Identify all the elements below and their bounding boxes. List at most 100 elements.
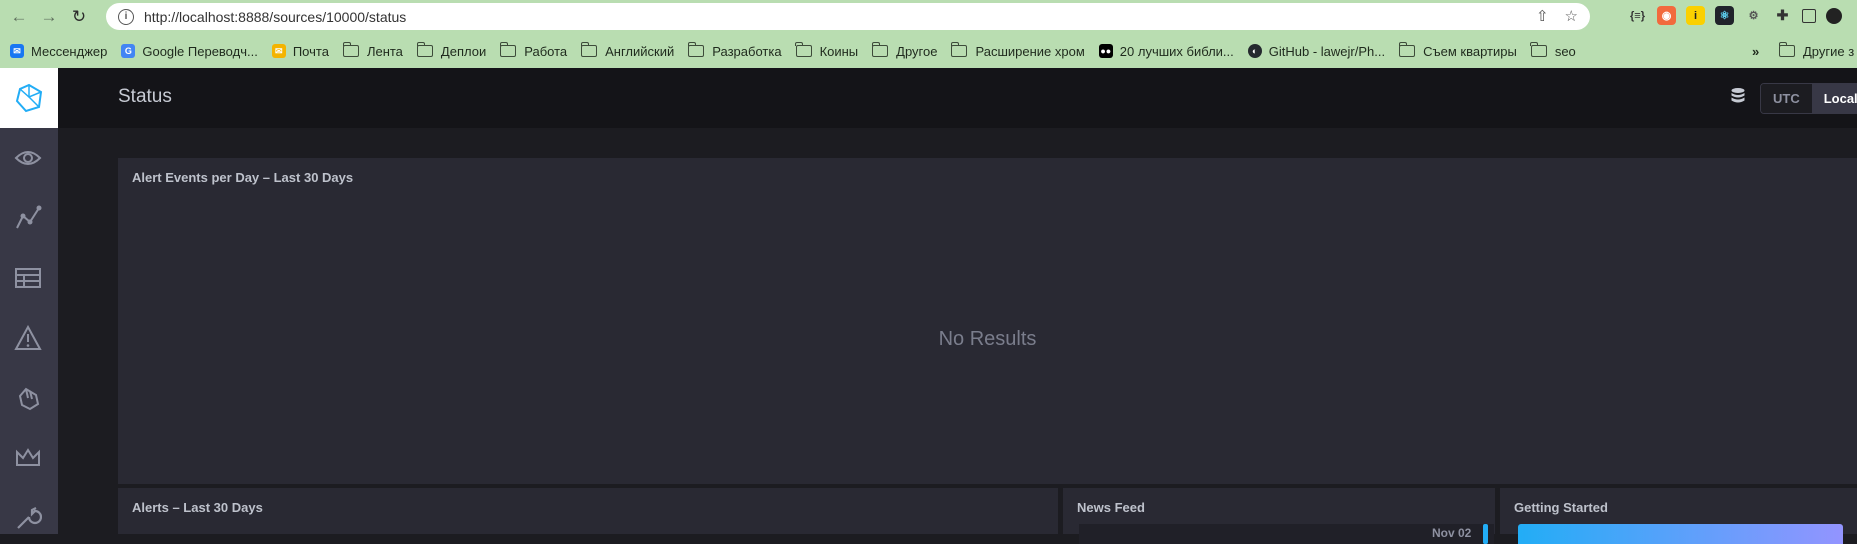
wizard-hand-icon [18,387,40,411]
bookmark-folder-lenta[interactable]: Лента [336,42,410,59]
settings-extension-icon[interactable]: ⚙ [1744,6,1763,25]
bookmark-label: Мессенджер [31,43,108,59]
google-translate-icon: G [121,44,136,58]
bookmark-folder-work[interactable]: Работа [493,42,574,59]
bookmark-google-translate[interactable]: G Google Переводч... [114,44,264,59]
share-icon[interactable]: ⇧ [1536,7,1549,25]
bookmark-label: Английский [605,43,675,59]
messenger-icon: ✉ [10,44,24,58]
side-panel-icon[interactable] [1802,8,1816,23]
alerts-cell: Alerts – Last 30 Days [118,488,1058,534]
bookmark-messenger[interactable]: ✉ Мессенджер [0,44,114,59]
empty-state-text: No Results [938,328,1037,350]
folder-icon [951,42,968,57]
back-icon[interactable]: ← [6,4,32,30]
browser-toolbar: ← → ↻ i http://localhost:8888/sources/10… [0,0,1857,34]
alert-events-cell: Alert Events per Day – Last 30 Days No R… [118,158,1857,484]
bookmark-folder-other[interactable]: Другое [865,42,944,59]
chronograf-logo[interactable] [0,68,58,128]
bookmark-label: Почта [292,43,329,59]
folder-icon [416,42,433,57]
github-icon: ◐ [1247,44,1262,58]
url-text[interactable]: http://localhost:8888/sources/10000/stat… [144,9,406,25]
folder-icon [871,42,889,57]
site-info-icon[interactable]: i [118,8,134,25]
bookmark-label: GitHub - lawejr/Ph... [1268,43,1386,59]
page-title: Status [118,86,172,107]
sidebar-item-data-explorer[interactable] [12,202,44,234]
extension-yellow-icon[interactable]: i [1686,6,1705,25]
folder-icon [499,42,517,57]
graph-icon [16,205,42,229]
bookmark-label: Разработка [712,43,782,59]
bookmark-mail[interactable]: ✉ Почта [265,44,336,59]
bookmark-label: Коины [819,43,859,59]
sidebar-item-alerting[interactable] [12,322,44,354]
forward-icon[interactable]: → [36,4,62,30]
sidebar-item-dashboards[interactable] [12,262,44,294]
chronograf-logo-icon [15,83,43,113]
folder-icon [580,42,598,57]
bookmark-label: Другое [896,43,938,59]
folder-icon [795,42,812,57]
extensions-puzzle-icon[interactable]: ✚ [1773,6,1792,25]
bookmark-label: Расширение хром [975,43,1085,59]
database-icon[interactable] [1730,87,1746,105]
app-sidebar [0,68,58,534]
folder-icon [342,42,359,57]
bookmark-label: Деплои [440,43,487,59]
extensions-area: {≡} ◉ i ⚛ ⚙ ✚ [1628,6,1842,25]
folder-icon [687,42,705,57]
folder-icon [1778,42,1795,57]
cell-title: Getting Started [1514,500,1608,515]
news-feed-scrollbar[interactable] [1483,524,1488,544]
cell-title: Alerts – Last 30 Days [132,500,263,515]
mail-icon: ✉ [271,44,286,58]
bookmark-label: seo [1554,43,1576,59]
dashboard-grid-icon [15,268,41,288]
sidebar-item-admin[interactable] [12,442,44,474]
reload-icon[interactable]: ↻ [66,4,92,30]
bookmark-star-icon[interactable]: ☆ [1565,7,1578,25]
bookmark-medium[interactable]: ●● 20 лучших библи... [1092,44,1241,59]
json-extension-icon[interactable]: {≡} [1628,6,1647,25]
timezone-utc-button[interactable]: UTC [1761,84,1812,113]
wrench-icon [17,507,42,529]
bookmark-folder-deploy[interactable]: Деплои [410,42,493,59]
folder-icon [1398,42,1416,57]
other-bookmarks-folder[interactable]: Другие з [1772,42,1857,59]
sidebar-item-host-list[interactable] [12,142,44,174]
medium-icon: ●● [1098,44,1113,58]
bookmark-folder-english[interactable]: Английский [574,42,681,59]
address-bar[interactable]: i http://localhost:8888/sources/10000/st… [106,3,1590,30]
cell-title: News Feed [1077,500,1145,515]
extension-orange-icon[interactable]: ◉ [1657,6,1676,25]
bookmark-folder-apartment[interactable]: Съем квартиры [1392,42,1524,59]
cell-title: Alert Events per Day – Last 30 Days [132,170,354,185]
alert-triangle-icon [14,325,42,350]
bookmark-folder-chrome-ext[interactable]: Расширение хром [944,42,1091,59]
news-feed-cell: News Feed Nov 02 [1063,488,1495,544]
react-devtools-icon[interactable]: ⚛ [1715,6,1734,25]
page-header: Status UTC Local [58,68,1857,128]
eye-icon [14,151,42,165]
profile-avatar-icon[interactable] [1826,7,1842,24]
bookmark-github[interactable]: ◐ GitHub - lawejr/Ph... [1241,44,1392,59]
news-feed-date: Nov 02 [1432,526,1472,540]
bookmark-label: Другие з [1803,43,1855,59]
bookmark-label: Съем квартиры [1423,43,1517,59]
sidebar-item-configuration[interactable] [12,502,44,534]
more-bookmarks-button[interactable]: » [1745,44,1766,59]
crown-icon [16,448,40,466]
bookmark-folder-seo[interactable]: seo [1524,42,1583,59]
bookmark-folder-dev[interactable]: Разработка [681,42,788,59]
timezone-local-button[interactable]: Local [1811,84,1857,113]
bookmark-label: 20 лучших библи... [1119,43,1234,59]
bookmark-folder-coins[interactable]: Коины [789,42,866,59]
timezone-toggle: UTC Local [1760,83,1857,114]
bookmark-label: Лента [366,43,403,59]
bookmark-label: Google Переводч... [142,43,258,59]
folder-icon [1530,42,1547,57]
sidebar-item-log-viewer[interactable] [12,382,44,414]
getting-started-cell: Getting Started [1500,488,1857,544]
